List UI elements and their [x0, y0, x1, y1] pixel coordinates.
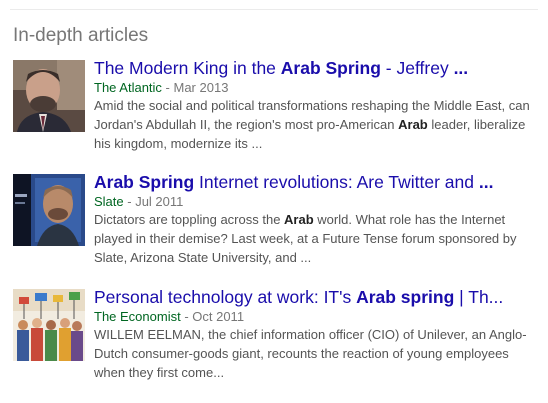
article-item: Arab Spring Internet revolutions: Are Tw…: [13, 172, 538, 265]
article-title-link[interactable]: Arab Spring Internet revolutions: Are Tw…: [94, 172, 538, 193]
article-meta: The Atlantic - Mar 2013: [94, 79, 538, 96]
article-snippet: WILLEM EELMAN, the chief information off…: [94, 325, 538, 382]
snippet-part: WILLEM EELMAN, the chief information off…: [94, 327, 527, 380]
snippet-part: Dictators are toppling across the: [94, 212, 285, 227]
article-date: Jul 2011: [135, 194, 184, 209]
video-screen-photo-icon: [13, 174, 85, 246]
article-date: Mar 2013: [173, 80, 229, 95]
article-date: Oct 2011: [192, 309, 245, 324]
meta-separator: -: [161, 80, 174, 95]
title-part-bold: Arab Spring: [94, 172, 195, 192]
title-part: - Jeffrey: [380, 58, 454, 78]
title-part: Personal technology at work: IT's: [94, 287, 357, 307]
top-divider: [10, 9, 538, 10]
title-part-bold: Arab Spring: [280, 58, 381, 78]
title-part: | Th...: [454, 287, 504, 307]
article-thumbnail[interactable]: [13, 289, 85, 361]
meta-separator: -: [123, 194, 136, 209]
article-meta: The Economist - Oct 2011: [94, 308, 538, 325]
snippet-part-bold: Arab: [398, 117, 428, 132]
crowd-illustration-icon: [13, 289, 85, 361]
section-title: In-depth articles: [13, 25, 149, 46]
title-part-bold: ...: [478, 172, 494, 192]
article-title-link[interactable]: Personal technology at work: IT's Arab s…: [94, 287, 538, 308]
title-part-bold: Arab spring: [356, 287, 455, 307]
article-meta: Slate - Jul 2011: [94, 193, 538, 210]
article-snippet: Amid the social and political transforma…: [94, 96, 538, 153]
snippet-part-bold: Arab: [284, 212, 314, 227]
article-source: The Economist: [94, 309, 181, 324]
article-thumbnail[interactable]: [13, 174, 85, 246]
article-source: The Atlantic: [94, 80, 162, 95]
title-part: The Modern King in the: [94, 58, 281, 78]
article-item: The Modern King in the Arab Spring - Jef…: [13, 58, 538, 151]
article-snippet: Dictators are toppling across the Arab w…: [94, 210, 538, 267]
meta-separator: -: [180, 309, 193, 324]
article-thumbnail[interactable]: [13, 60, 85, 132]
article-source: Slate: [94, 194, 124, 209]
article-title-link[interactable]: The Modern King in the Arab Spring - Jef…: [94, 58, 538, 79]
portrait-photo-icon: [13, 60, 85, 132]
title-part: Internet revolutions: Are Twitter and: [194, 172, 479, 192]
title-part-bold: ...: [453, 58, 469, 78]
article-item: Personal technology at work: IT's Arab s…: [13, 287, 538, 380]
